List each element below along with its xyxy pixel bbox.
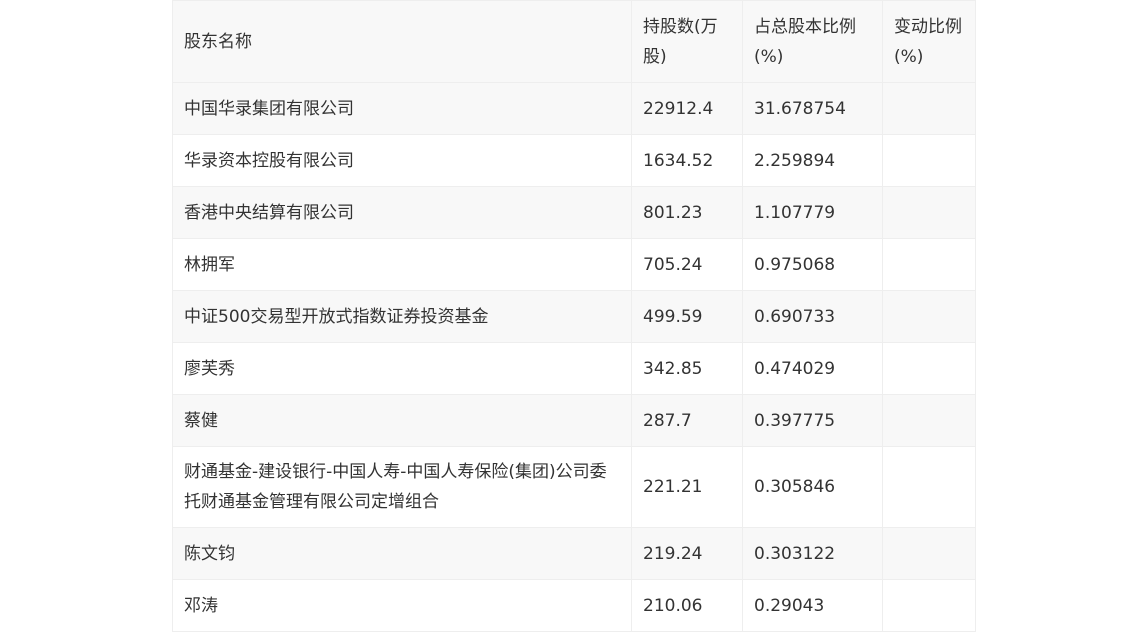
- cell-share-ratio: 0.474029: [742, 342, 883, 395]
- header-change-ratio: 变动比例(%): [882, 0, 976, 83]
- table-row: 华录资本控股有限公司 1634.52 2.259894: [172, 134, 976, 187]
- table-row: 廖芙秀 342.85 0.474029: [172, 342, 976, 395]
- cell-shareholder-name: 华录资本控股有限公司: [172, 134, 632, 187]
- table-row: 陈文钧 219.24 0.303122: [172, 527, 976, 580]
- cell-shares-held: 801.23: [631, 186, 743, 239]
- header-shares-held: 持股数(万股): [631, 0, 743, 83]
- cell-share-ratio: 2.259894: [742, 134, 883, 187]
- table-row: 蔡健 287.7 0.397775: [172, 394, 976, 447]
- shareholder-table-container: 股东名称 持股数(万股) 占总股本比例(%) 变动比例(%) 中国华录集团有限公…: [172, 0, 976, 632]
- cell-change-ratio: [882, 527, 976, 580]
- cell-share-ratio: 0.305846: [742, 446, 883, 528]
- cell-shares-held: 287.7: [631, 394, 743, 447]
- cell-change-ratio: [882, 342, 976, 395]
- table-row: 香港中央结算有限公司 801.23 1.107779: [172, 186, 976, 239]
- table-header-row: 股东名称 持股数(万股) 占总股本比例(%) 变动比例(%): [172, 0, 976, 83]
- cell-shares-held: 210.06: [631, 579, 743, 632]
- shareholder-table: 股东名称 持股数(万股) 占总股本比例(%) 变动比例(%) 中国华录集团有限公…: [172, 0, 976, 632]
- cell-shares-held: 22912.4: [631, 82, 743, 135]
- cell-share-ratio: 0.303122: [742, 527, 883, 580]
- cell-shares-held: 1634.52: [631, 134, 743, 187]
- cell-shares-held: 342.85: [631, 342, 743, 395]
- cell-shareholder-name: 邓涛: [172, 579, 632, 632]
- cell-shareholder-name: 中证500交易型开放式指数证券投资基金: [172, 290, 632, 343]
- cell-shareholder-name: 陈文钧: [172, 527, 632, 580]
- cell-shareholder-name: 香港中央结算有限公司: [172, 186, 632, 239]
- table-row: 邓涛 210.06 0.29043: [172, 579, 976, 632]
- cell-change-ratio: [882, 82, 976, 135]
- table-row: 中证500交易型开放式指数证券投资基金 499.59 0.690733: [172, 290, 976, 343]
- cell-share-ratio: 31.678754: [742, 82, 883, 135]
- cell-shares-held: 499.59: [631, 290, 743, 343]
- table-row: 林拥军 705.24 0.975068: [172, 238, 976, 291]
- cell-shares-held: 219.24: [631, 527, 743, 580]
- cell-change-ratio: [882, 134, 976, 187]
- table-row: 中国华录集团有限公司 22912.4 31.678754: [172, 82, 976, 135]
- cell-share-ratio: 0.975068: [742, 238, 883, 291]
- cell-change-ratio: [882, 290, 976, 343]
- header-share-ratio: 占总股本比例(%): [742, 0, 883, 83]
- cell-shareholder-name: 中国华录集团有限公司: [172, 82, 632, 135]
- cell-share-ratio: 0.29043: [742, 579, 883, 632]
- cell-shareholder-name: 林拥军: [172, 238, 632, 291]
- cell-change-ratio: [882, 186, 976, 239]
- cell-change-ratio: [882, 238, 976, 291]
- header-shareholder-name: 股东名称: [172, 0, 632, 83]
- table-row: 财通基金-建设银行-中国人寿-中国人寿保险(集团)公司委托财通基金管理有限公司定…: [172, 446, 976, 528]
- cell-share-ratio: 0.397775: [742, 394, 883, 447]
- cell-change-ratio: [882, 579, 976, 632]
- cell-shareholder-name: 财通基金-建设银行-中国人寿-中国人寿保险(集团)公司委托财通基金管理有限公司定…: [172, 446, 632, 528]
- cell-change-ratio: [882, 446, 976, 528]
- cell-shareholder-name: 蔡健: [172, 394, 632, 447]
- cell-shareholder-name: 廖芙秀: [172, 342, 632, 395]
- cell-shares-held: 221.21: [631, 446, 743, 528]
- cell-share-ratio: 1.107779: [742, 186, 883, 239]
- cell-share-ratio: 0.690733: [742, 290, 883, 343]
- cell-shares-held: 705.24: [631, 238, 743, 291]
- cell-change-ratio: [882, 394, 976, 447]
